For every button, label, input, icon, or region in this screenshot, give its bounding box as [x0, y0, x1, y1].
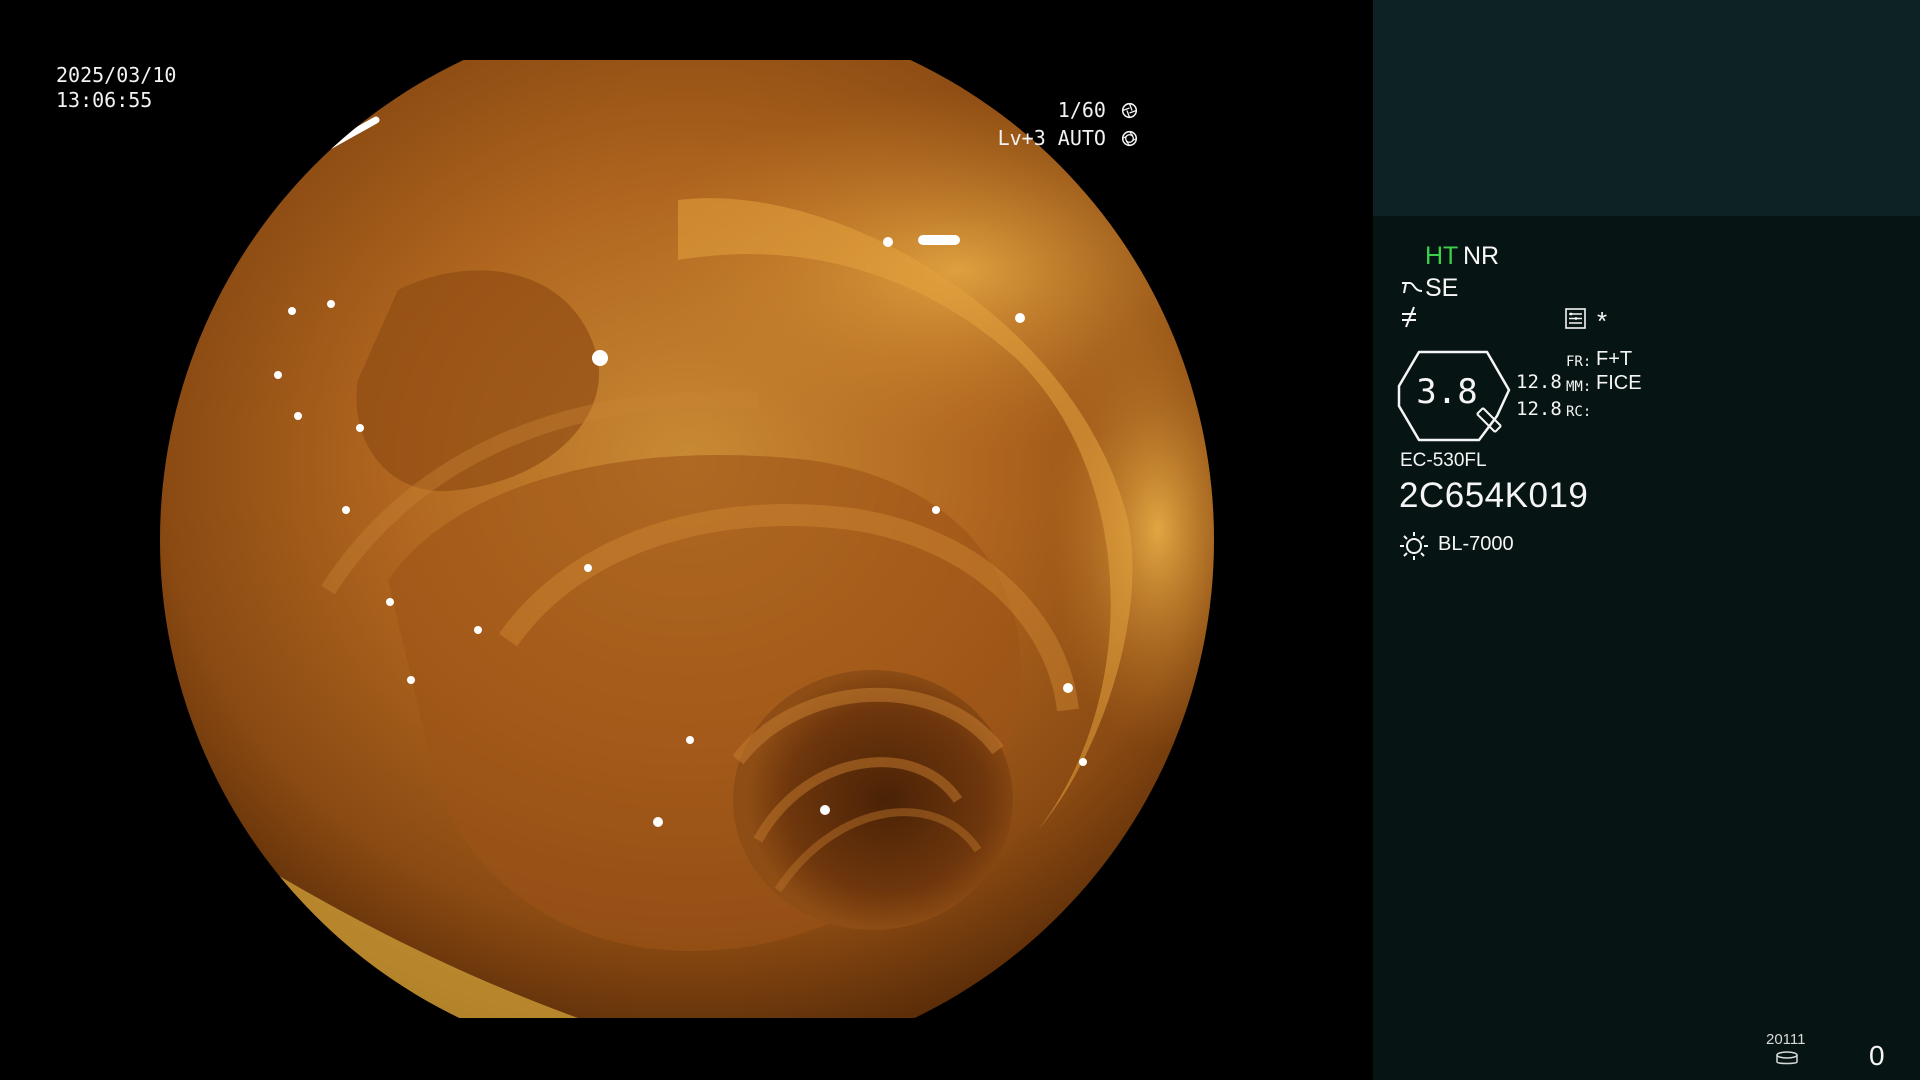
thumbnail-area [1373, 0, 1920, 216]
light-source-icon [1400, 532, 1428, 560]
endoscopic-image [160, 60, 1214, 1018]
ht-indicator: HT [1425, 242, 1459, 270]
settings-list-icon [1565, 308, 1586, 329]
mm-label: MM: [1566, 379, 1592, 395]
mm-value: FICE [1596, 372, 1642, 394]
value-readout-1: 12.8 [1516, 371, 1562, 393]
scope-model: EC-530FL [1400, 450, 1487, 471]
fr-value: F+T [1596, 348, 1633, 370]
color-enhance-icon [1402, 306, 1416, 328]
time-readout: 13:06:55 [56, 88, 153, 112]
fr-label: FR: [1566, 354, 1592, 370]
light-source-model: BL-7000 [1438, 533, 1514, 555]
shutter-speed-value: 1/60 [1057, 98, 1106, 122]
storage-icon [1776, 1051, 1798, 1065]
shutter-icon [1121, 102, 1138, 119]
recording-code: 20111 [1766, 1031, 1806, 1048]
brightness-level-value: Lv+3 AUTO [997, 126, 1106, 150]
gauge-value: 3.8 [1416, 372, 1478, 412]
scope-serial-number: 2C654K019 [1399, 476, 1589, 515]
asterisk-indicator: * [1597, 306, 1608, 336]
status-panel: HT NR SE * 3.8 12.8 12.8 FR: F+T MM: FIC… [1373, 0, 1920, 1080]
image-counter: 0 [1869, 1040, 1885, 1071]
se-indicator: SE [1425, 274, 1459, 302]
value-readout-2: 12.8 [1516, 398, 1562, 420]
iris-icon [1121, 130, 1138, 147]
brightness-level-readout: Lv+3 AUTO [998, 126, 1138, 151]
rc-label: RC: [1566, 404, 1592, 420]
structure-enhance-icon [1402, 282, 1423, 294]
endoscope-viewport: 2025/03/10 13:06:55 1/60 Lv+3 AUTO [0, 0, 1373, 1080]
date-readout: 2025/03/10 [56, 63, 177, 87]
shutter-speed-readout: 1/60 [1058, 98, 1138, 123]
nr-indicator: NR [1463, 242, 1500, 270]
